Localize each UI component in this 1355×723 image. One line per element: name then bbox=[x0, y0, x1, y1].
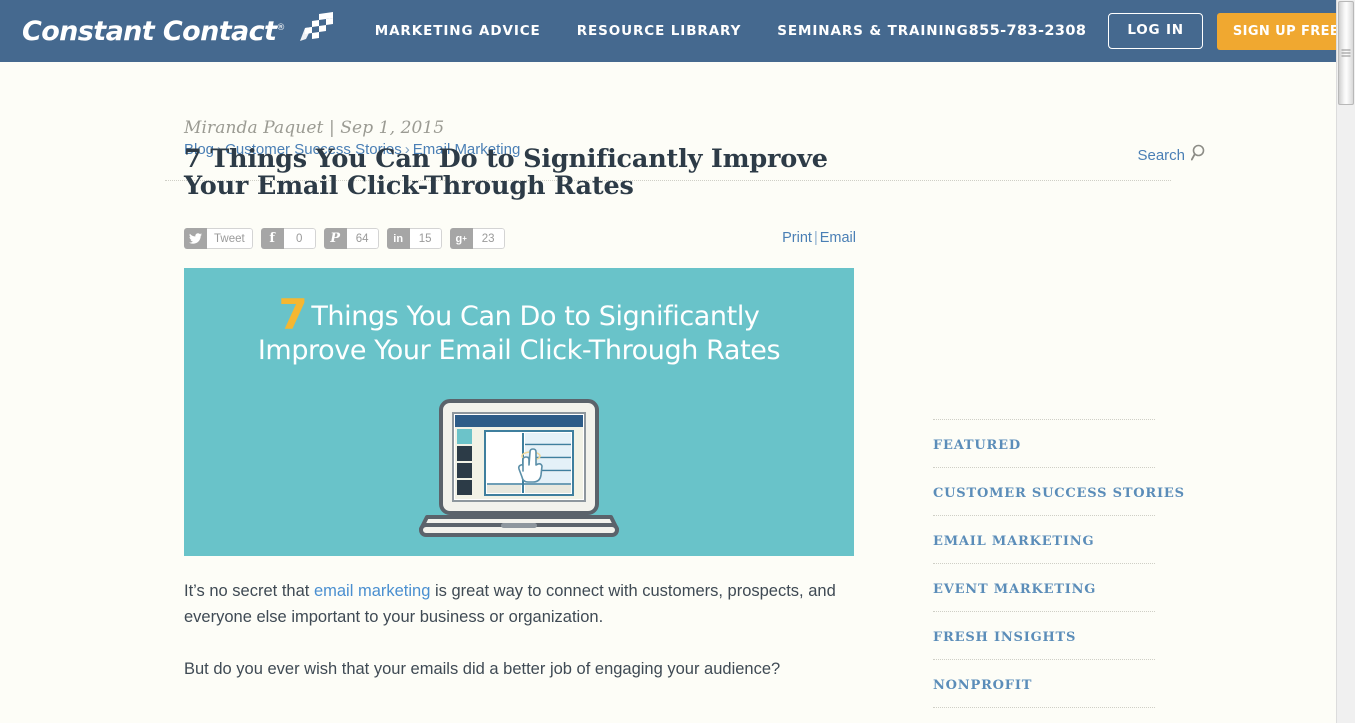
sidebar-item-label[interactable]: EVENT MARKETING bbox=[933, 582, 1096, 597]
article-column: Miranda Paquet | Sep 1, 2015 7 Things Yo… bbox=[184, 118, 856, 708]
laptop-email-click-illustration bbox=[413, 399, 625, 544]
paragraph: It’s no secret that email marketing is g… bbox=[184, 578, 856, 630]
magnifier-icon[interactable] bbox=[1190, 144, 1208, 166]
print-link[interactable]: Print bbox=[782, 230, 812, 246]
share-count-linkedin: 15 bbox=[409, 228, 442, 249]
nav-item-resource-library[interactable]: RESOURCE LIBRARY bbox=[577, 23, 742, 39]
email-link[interactable]: Email bbox=[820, 230, 856, 246]
browser-viewport: Constant Contact® MARKETING ADVICE RESOU… bbox=[0, 0, 1336, 723]
article-byline: Miranda Paquet | Sep 1, 2015 bbox=[184, 118, 856, 138]
sidebar-item-label[interactable]: FEATURED bbox=[933, 438, 1021, 453]
page-title: 7 Things You Can Do to Significantly Imp… bbox=[184, 144, 828, 201]
byline-separator: | bbox=[328, 118, 335, 138]
header-actions: 855-783-2308 LOG IN SIGN UP FREE bbox=[969, 12, 1336, 50]
checkered-flag-icon bbox=[291, 11, 333, 47]
share-button-linkedin[interactable]: in 15 bbox=[386, 228, 442, 249]
publish-date: Sep 1, 2015 bbox=[340, 118, 445, 138]
sidebar-item-email-marketing[interactable]: EMAIL MARKETING bbox=[933, 515, 1155, 563]
email-marketing-link[interactable]: email marketing bbox=[314, 582, 430, 600]
pinterest-icon: P bbox=[323, 228, 347, 249]
category-sidebar: FEATURED CUSTOMER SUCCESS STORIES EMAIL … bbox=[933, 419, 1184, 723]
registered-trademark-icon: ® bbox=[276, 22, 285, 33]
article-hero-image: 7 Things You Can Do to Significantly Impr… bbox=[184, 268, 854, 556]
sidebar-item-label[interactable]: EMAIL MARKETING bbox=[933, 534, 1094, 549]
sidebar-item-label[interactable]: NONPROFIT bbox=[933, 678, 1032, 693]
facebook-icon: f bbox=[260, 228, 284, 249]
sidebar-item-nonprofit[interactable]: NONPROFIT bbox=[933, 659, 1155, 707]
page-root: Constant Contact® MARKETING ADVICE RESOU… bbox=[0, 0, 1355, 723]
share-count-googleplus: 23 bbox=[472, 228, 505, 249]
article-body: It’s no secret that email marketing is g… bbox=[184, 578, 856, 682]
hero-heading-text: Things You Can Do to Significantly Impro… bbox=[257, 301, 781, 366]
breadcrumb-bar: Blog › Customer Success Stories › Email Mark… bbox=[0, 62, 1336, 181]
twitter-bird-icon bbox=[184, 228, 207, 249]
search-label: Search bbox=[1137, 146, 1185, 164]
sidebar-item-customer-success-stories[interactable]: CUSTOMER SUCCESS STORIES bbox=[933, 467, 1184, 515]
phone-number[interactable]: 855-783-2308 bbox=[969, 23, 1087, 39]
sidebar-item-label[interactable]: FRESH INSIGHTS bbox=[933, 630, 1076, 645]
print-email-links: Print | Email bbox=[782, 230, 856, 246]
signup-free-button[interactable]: SIGN UP FREE bbox=[1216, 12, 1336, 50]
scrollbar-grip-icon bbox=[1341, 48, 1351, 59]
author-name[interactable]: Miranda Paquet bbox=[184, 118, 323, 138]
share-buttons: Tweet f 0 P 64 in 15 g + 23 bbox=[184, 228, 856, 249]
social-share-row: Tweet f 0 P 64 in 15 g + 23 Print | Emai… bbox=[184, 228, 856, 250]
scrollbar-thumb[interactable] bbox=[1338, 1, 1354, 105]
nav-item-seminars-training[interactable]: SEMINARS & TRAINING bbox=[777, 23, 968, 39]
paragraph: But do you ever wish that your emails di… bbox=[184, 660, 781, 678]
vertical-scrollbar[interactable] bbox=[1336, 0, 1355, 723]
sidebar-item-fresh-insights[interactable]: FRESH INSIGHTS bbox=[933, 611, 1155, 659]
hero-number: 7 bbox=[278, 290, 308, 339]
nav-item-marketing-advice[interactable]: MARKETING ADVICE bbox=[375, 23, 541, 39]
search-control[interactable]: Search bbox=[1137, 144, 1208, 166]
print-email-separator: | bbox=[813, 230, 818, 246]
site-header: Constant Contact® MARKETING ADVICE RESOU… bbox=[0, 0, 1336, 62]
paragraph-text-before: It’s no secret that bbox=[184, 582, 314, 600]
share-button-facebook[interactable]: f 0 bbox=[260, 228, 316, 249]
sidebar-item-label[interactable]: CUSTOMER SUCCESS STORIES bbox=[933, 486, 1185, 501]
primary-navigation: MARKETING ADVICE RESOURCE LIBRARY SEMINA… bbox=[375, 23, 969, 39]
share-count-twitter: Tweet bbox=[207, 228, 253, 249]
login-button[interactable]: LOG IN bbox=[1108, 13, 1203, 49]
sidebar-item-featured[interactable]: FEATURED bbox=[933, 419, 1155, 467]
sidebar-item-offers-promotions[interactable]: OFFERS & PROMOTIONS bbox=[933, 707, 1155, 723]
share-count-pinterest: 64 bbox=[346, 228, 379, 249]
hero-heading: 7 Things You Can Do to Significantly Impr… bbox=[184, 294, 854, 368]
share-button-twitter[interactable]: Tweet bbox=[184, 228, 253, 249]
sidebar-item-event-marketing[interactable]: EVENT MARKETING bbox=[933, 563, 1155, 611]
google-plus-icon: g + bbox=[449, 228, 473, 249]
share-button-googleplus[interactable]: g + 23 bbox=[449, 228, 505, 249]
linkedin-icon: in bbox=[386, 228, 410, 249]
share-button-pinterest[interactable]: P 64 bbox=[323, 228, 379, 249]
logo-wordmark: Constant Contact® bbox=[22, 15, 285, 47]
share-count-facebook: 0 bbox=[283, 228, 316, 249]
site-logo[interactable]: Constant Contact® bbox=[22, 0, 333, 62]
